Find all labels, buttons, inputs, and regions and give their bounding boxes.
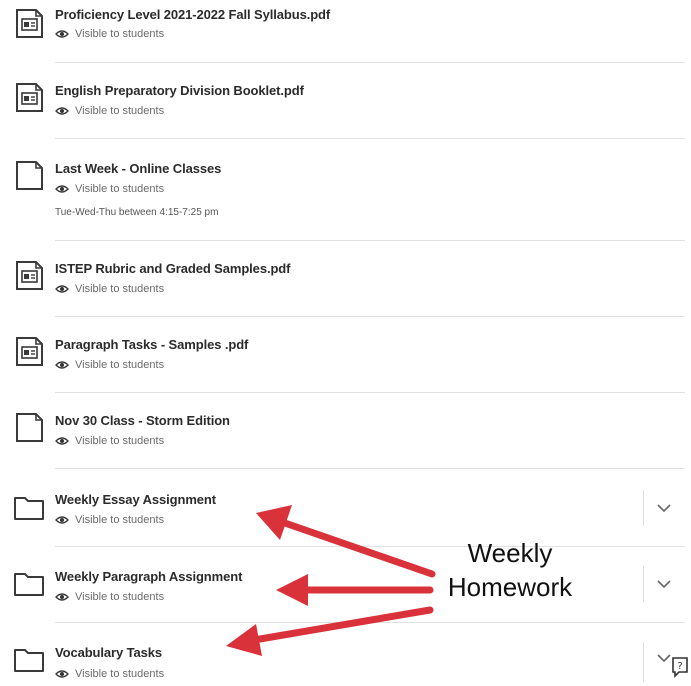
annotation-line-1: Weekly [467,538,553,568]
svg-text:?: ? [677,661,682,672]
help-icon[interactable]: ? [670,656,690,678]
annotation-line-2: Homework [447,572,573,602]
annotation-label: Weekly Homework [420,536,600,604]
annotation-arrow [226,606,434,656]
annotation-arrow [276,574,434,606]
annotation-arrow [256,505,436,578]
